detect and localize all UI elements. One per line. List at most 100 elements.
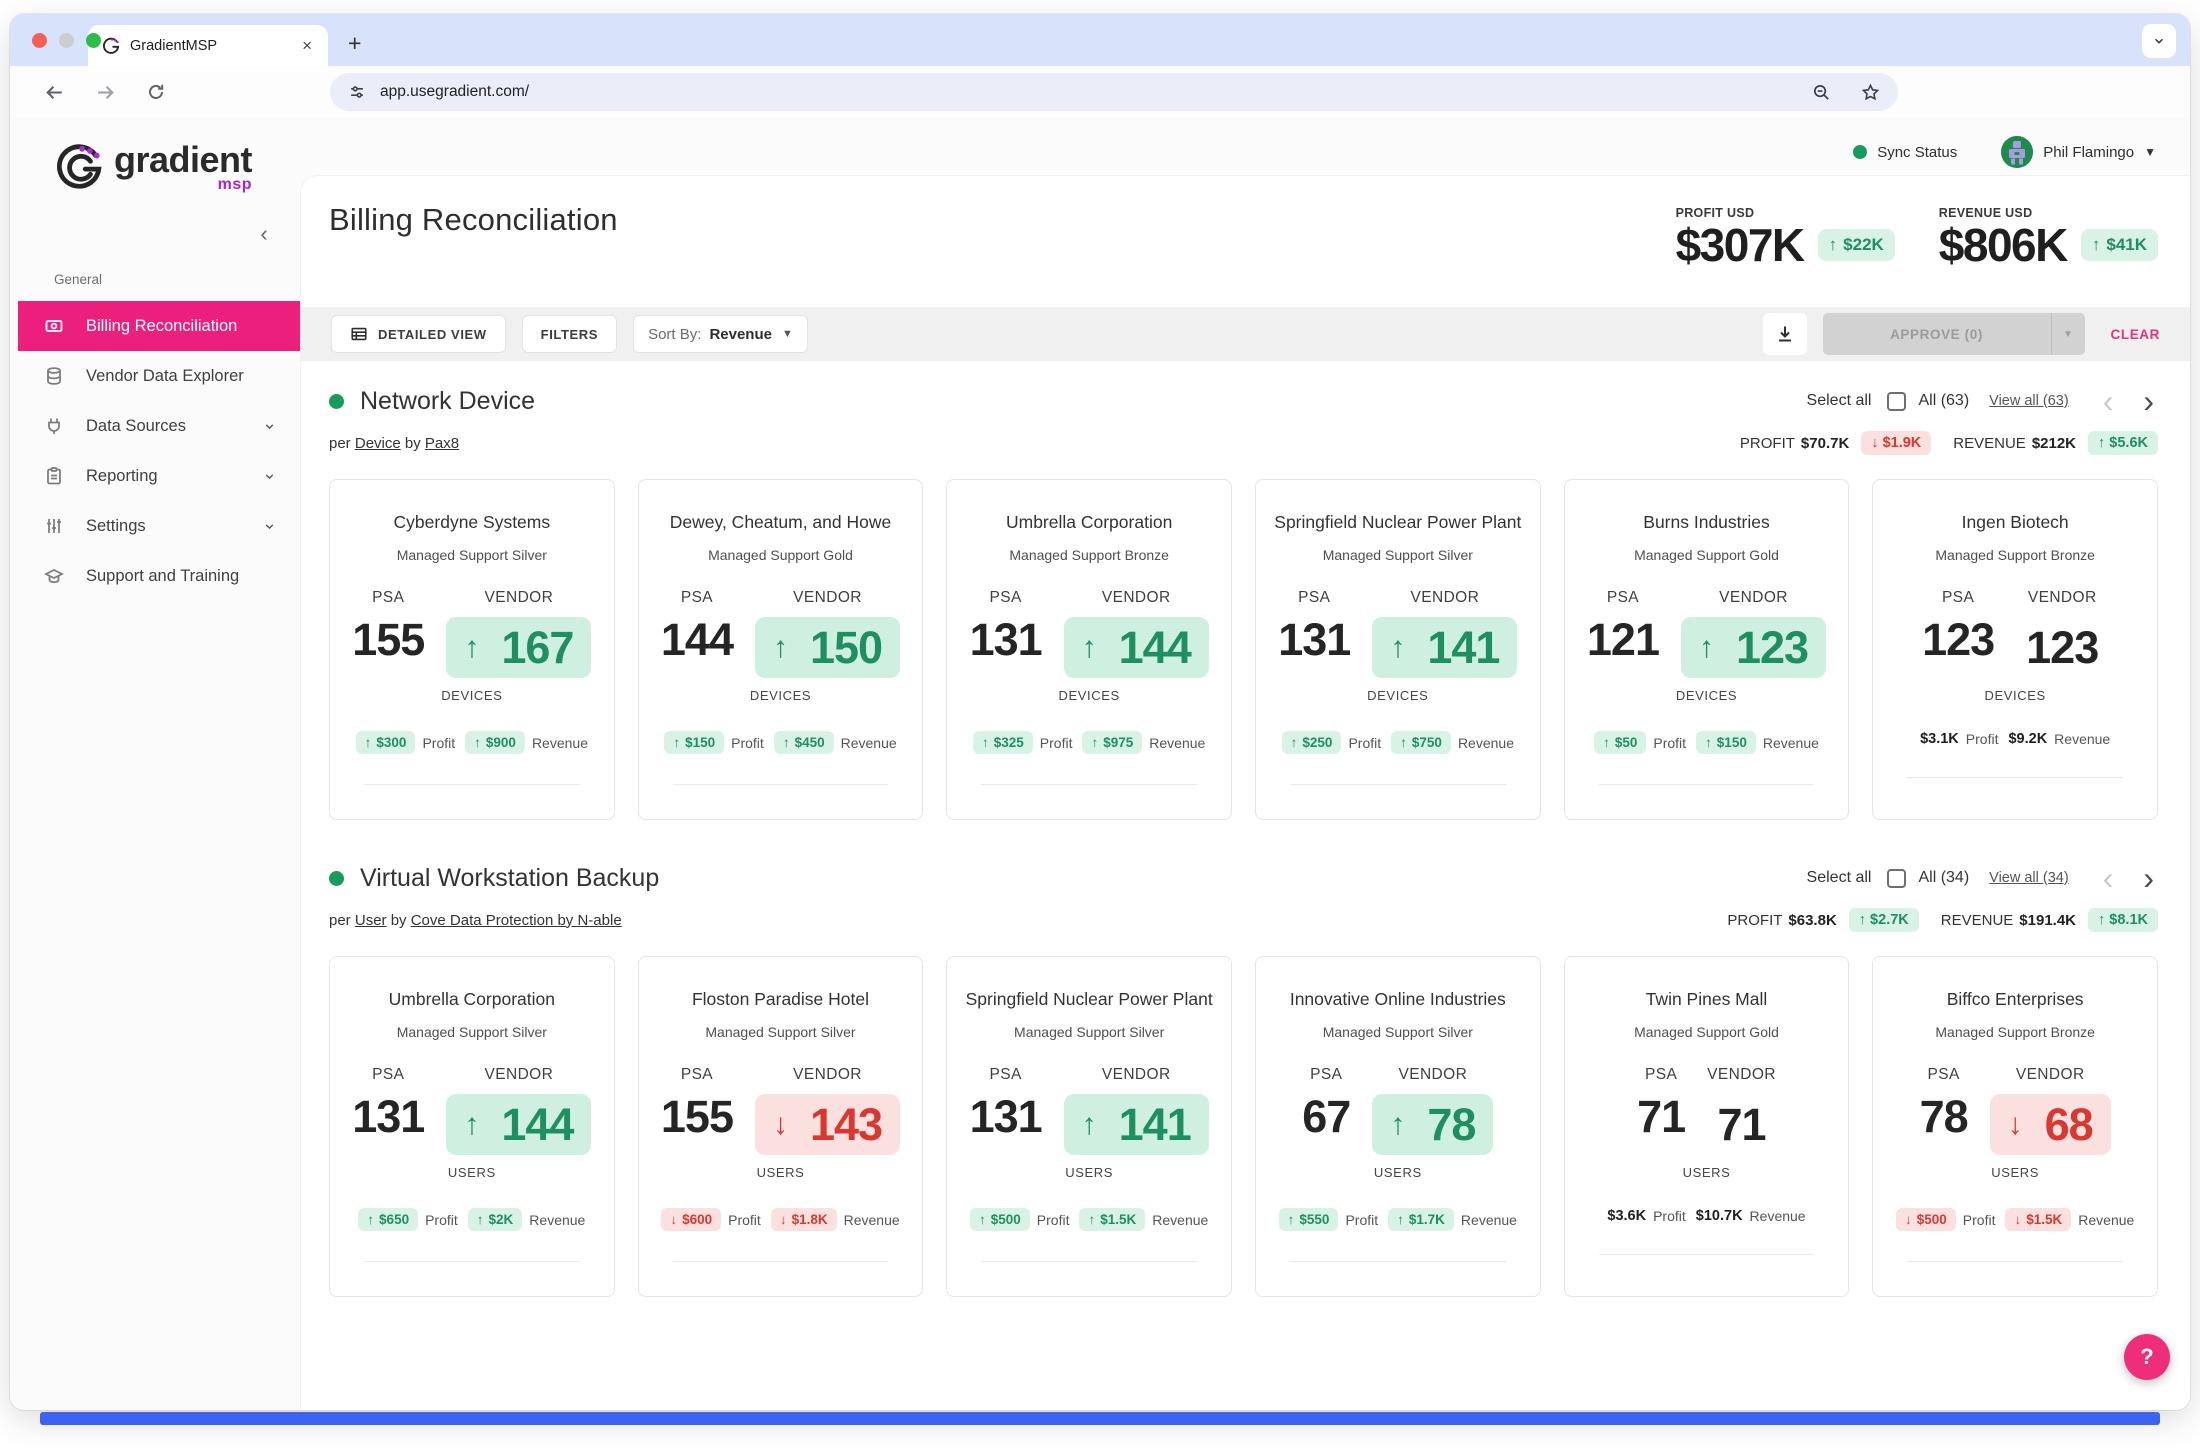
- customer-name: Dewey, Cheatum, and Howe: [639, 512, 923, 533]
- unit-link[interactable]: Device: [355, 435, 401, 452]
- vendor-label: VENDOR: [1707, 1066, 1776, 1084]
- customer-plan: Managed Support Silver: [330, 1024, 614, 1040]
- card-profit-delta: $3.1K: [1920, 731, 1959, 747]
- address-bar[interactable]: app.usegradient.com/: [330, 73, 1898, 111]
- card-revenue-delta: ↑$2K: [468, 1208, 523, 1231]
- approve-caret-icon[interactable]: ▼: [2051, 313, 2085, 355]
- section-profit-stat: PROFIT$70.7K ↓ $1.9K: [1740, 431, 1931, 455]
- vendor-count: 123: [2016, 617, 2108, 678]
- cards-grid: Umbrella Corporation Managed Support Sil…: [329, 956, 2158, 1297]
- next-page-chevron[interactable]: ›: [2139, 862, 2158, 894]
- sidebar-item-settings[interactable]: Settings: [10, 501, 300, 551]
- customer-card[interactable]: Cyberdyne Systems Managed Support Silver…: [329, 479, 615, 820]
- site-settings-icon[interactable]: [348, 83, 366, 101]
- vendor-label: VENDOR: [2016, 589, 2108, 607]
- section-revenue-stat: REVENUE$191.4K ↑ $8.1K: [1941, 908, 2158, 932]
- new-tab-button[interactable]: +: [340, 30, 369, 57]
- download-button[interactable]: [1763, 313, 1807, 355]
- customer-card[interactable]: Dewey, Cheatum, and Howe Managed Support…: [638, 479, 924, 820]
- sidebar-item-reporting[interactable]: Reporting: [10, 451, 300, 501]
- filters-button[interactable]: FILTERS: [522, 315, 617, 353]
- prev-page-chevron[interactable]: ‹: [2099, 862, 2118, 894]
- card-stats: ↑$550Profit ↑$1.7KRevenue: [1256, 1208, 1540, 1231]
- bookmark-star-icon[interactable]: [1861, 83, 1880, 102]
- customer-name: Innovative Online Industries: [1256, 989, 1540, 1010]
- profit-word: Profit: [1653, 735, 1686, 751]
- customer-card[interactable]: Springfield Nuclear Power Plant Managed …: [1255, 479, 1541, 820]
- customer-plan: Managed Support Gold: [1565, 547, 1849, 563]
- customer-plan: Managed Support Silver: [1256, 547, 1540, 563]
- psa-label: PSA: [970, 1066, 1042, 1084]
- card-profit-delta: ↑$150: [664, 731, 724, 754]
- section-subtitle: per Device by Pax8: [329, 435, 459, 452]
- user-menu-caret-icon[interactable]: ▼: [2144, 145, 2156, 159]
- customer-plan: Managed Support Silver: [947, 1024, 1231, 1040]
- approve-button[interactable]: APPROVE (0): [1823, 313, 2051, 355]
- forward-icon[interactable]: [95, 82, 116, 103]
- detailed-view-button[interactable]: DETAILED VIEW: [331, 315, 506, 353]
- minimize-window-button[interactable]: [59, 33, 74, 48]
- psa-count: 71: [1637, 1094, 1685, 1139]
- unit-label: DEVICES: [330, 688, 614, 703]
- customer-card[interactable]: Ingen Biotech Managed Support Bronze PSA…: [1872, 479, 2158, 820]
- psa-label: PSA: [1278, 589, 1350, 607]
- sidebar-item-data-sources[interactable]: Data Sources: [10, 401, 300, 451]
- select-all-checkbox[interactable]: [1887, 392, 1906, 411]
- revenue-word: Revenue: [1461, 1212, 1517, 1228]
- browser-menu-button[interactable]: [2142, 24, 2176, 58]
- reload-icon[interactable]: [146, 82, 166, 102]
- view-all-link[interactable]: View all (63): [1989, 393, 2069, 409]
- profit-word: Profit: [1037, 1212, 1070, 1228]
- plug-icon: [44, 416, 64, 436]
- card-stats: ↑$300Profit ↑$900Revenue: [330, 731, 614, 754]
- browser-tab[interactable]: GradientMSP ×: [88, 25, 328, 66]
- card-profit-delta: $3.6K: [1607, 1208, 1646, 1224]
- back-icon[interactable]: [44, 82, 65, 103]
- vendor-link[interactable]: Pax8: [425, 435, 459, 452]
- section-profit-delta-badge: ↓ $1.9K: [1861, 431, 1931, 455]
- tab-close-icon[interactable]: ×: [298, 35, 316, 56]
- revenue-word: Revenue: [529, 1212, 585, 1228]
- customer-card[interactable]: Biffco Enterprises Managed Support Bronz…: [1872, 956, 2158, 1297]
- unit-link[interactable]: User: [355, 912, 387, 929]
- psa-count: 144: [661, 617, 733, 662]
- view-all-link[interactable]: View all (34): [1989, 870, 2069, 886]
- psa-count: 67: [1302, 1094, 1350, 1139]
- psa-count: 78: [1920, 1094, 1968, 1139]
- sidebar-item-vendor-data-explorer[interactable]: Vendor Data Explorer: [10, 351, 300, 401]
- card-stats: ↓$600Profit ↓$1.8KRevenue: [639, 1208, 923, 1231]
- table-icon: [350, 325, 368, 343]
- customer-plan: Managed Support Silver: [1256, 1024, 1540, 1040]
- desktop-accent-bar: [40, 1412, 2160, 1425]
- avatar[interactable]: [2001, 136, 2033, 168]
- service-section: Network Device Select all All (63) View …: [329, 381, 2158, 820]
- profit-word: Profit: [731, 735, 764, 751]
- close-window-button[interactable]: [32, 33, 47, 48]
- customer-card[interactable]: Umbrella Corporation Managed Support Bro…: [946, 479, 1232, 820]
- revenue-word: Revenue: [532, 735, 588, 751]
- sort-by-dropdown[interactable]: Sort By: Revenue ▼: [633, 315, 808, 353]
- zoom-out-icon[interactable]: [1812, 83, 1831, 102]
- customer-card[interactable]: Twin Pines Mall Managed Support Gold PSA…: [1564, 956, 1850, 1297]
- maximize-window-button[interactable]: [86, 33, 101, 48]
- sidebar-item-support-and-training[interactable]: Support and Training: [10, 551, 300, 601]
- psa-count: 131: [970, 617, 1042, 662]
- vendor-link[interactable]: Cove Data Protection by N-able: [411, 912, 622, 929]
- user-name[interactable]: Phil Flamingo: [2043, 144, 2134, 161]
- prev-page-chevron[interactable]: ‹: [2099, 385, 2118, 417]
- card-divider: [364, 1261, 580, 1262]
- card-profit-delta: ↓$600: [661, 1208, 721, 1231]
- sidebar-item-billing-reconciliation[interactable]: Billing Reconciliation: [18, 301, 300, 351]
- customer-card[interactable]: Umbrella Corporation Managed Support Sil…: [329, 956, 615, 1297]
- clear-button[interactable]: CLEAR: [2111, 327, 2161, 342]
- select-all-checkbox[interactable]: [1887, 869, 1906, 888]
- customer-card[interactable]: Burns Industries Managed Support Gold PS…: [1564, 479, 1850, 820]
- help-button[interactable]: ?: [2124, 1334, 2170, 1380]
- next-page-chevron[interactable]: ›: [2139, 385, 2158, 417]
- url-text[interactable]: app.usegradient.com/: [380, 83, 1812, 101]
- approve-split-button: APPROVE (0) ▼: [1823, 313, 2085, 355]
- select-all-label: Select all: [1807, 392, 1872, 410]
- customer-card[interactable]: Innovative Online Industries Managed Sup…: [1255, 956, 1541, 1297]
- customer-card[interactable]: Floston Paradise Hotel Managed Support S…: [638, 956, 924, 1297]
- customer-card[interactable]: Springfield Nuclear Power Plant Managed …: [946, 956, 1232, 1297]
